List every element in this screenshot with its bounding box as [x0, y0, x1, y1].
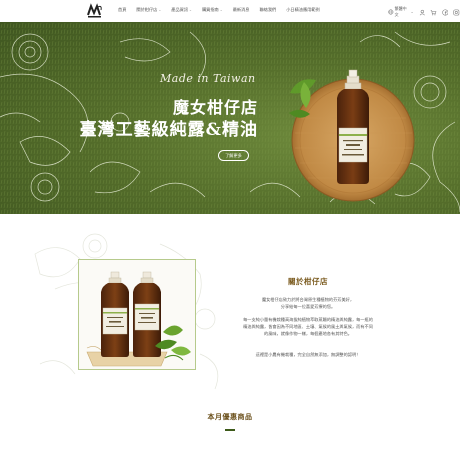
nav-item-products[interactable]: 產品資訊 ⌄	[171, 7, 192, 13]
about-paragraph: 每一支純小量有機栽種高海拔純植物萃取蒸餾的精油與純露，每一瓶的精油與純露，皆會因…	[243, 317, 373, 336]
learn-more-button[interactable]: 了解更多	[218, 150, 249, 161]
about-subtitle: 魔女柑仔店致力於將台灣原生種植物的芬芳美好， 分享給每一位喜愛芳療的您。	[261, 297, 355, 309]
monthly-deals-heading: 本月優惠商品	[207, 412, 253, 421]
heading-underline	[225, 429, 235, 431]
cart-icon[interactable]	[430, 9, 437, 16]
nav-item-contact[interactable]: 聯絡我們	[259, 7, 276, 13]
nav-item-guide[interactable]: 購買指南 ⌄	[202, 7, 223, 13]
nav-item-news[interactable]: 最新消息	[233, 7, 250, 13]
site-header: 首頁 關於柑仔店 ⌄ 產品資訊 ⌄ 購買指南 ⌄ 最新消息 聯絡我們 小日精油應用範例…	[0, 0, 460, 22]
nav-item-home[interactable]: 首頁	[118, 7, 126, 13]
about-note: 這裡是小農有機栽種，完全自然無添加，無調整的認明！	[255, 352, 361, 357]
about-bottles-image	[79, 260, 195, 369]
chevron-down-icon: ⌄	[219, 8, 223, 12]
hero-made-in: Made in Taiwan	[160, 72, 256, 85]
globe-icon	[388, 9, 394, 15]
about-heading: 關於柑仔店	[288, 277, 328, 286]
main-nav: 首頁 關於柑仔店 ⌄ 產品資訊 ⌄ 購買指南 ⌄ 最新消息 聯絡我們 小日精油應用範例	[118, 7, 330, 13]
nav-item-about[interactable]: 關於柑仔店 ⌄	[136, 7, 161, 13]
hero-banner: Made in Taiwan 魔女柑仔店 臺灣工藝級純露&精油 了解更多	[0, 22, 460, 214]
product-tray-illustration	[289, 69, 415, 202]
brand-logo[interactable]	[86, 3, 104, 19]
nav-item-examples[interactable]: 小日精油應用範例	[286, 7, 320, 13]
facebook-icon[interactable]	[442, 8, 449, 16]
about-product-photo	[78, 259, 196, 370]
language-selector[interactable]: 繁體中文 ⌄	[388, 6, 414, 18]
hero-headline-tagline: 臺灣工藝級純露&精油	[79, 120, 258, 140]
chevron-down-icon: ⌄	[158, 8, 162, 12]
user-icon[interactable]	[419, 9, 426, 16]
chevron-down-icon: ⌄	[189, 8, 192, 12]
header-utilities: 繁體中文 ⌄	[388, 6, 460, 18]
instagram-icon[interactable]	[453, 9, 460, 16]
chevron-down-icon: ⌄	[410, 10, 414, 14]
